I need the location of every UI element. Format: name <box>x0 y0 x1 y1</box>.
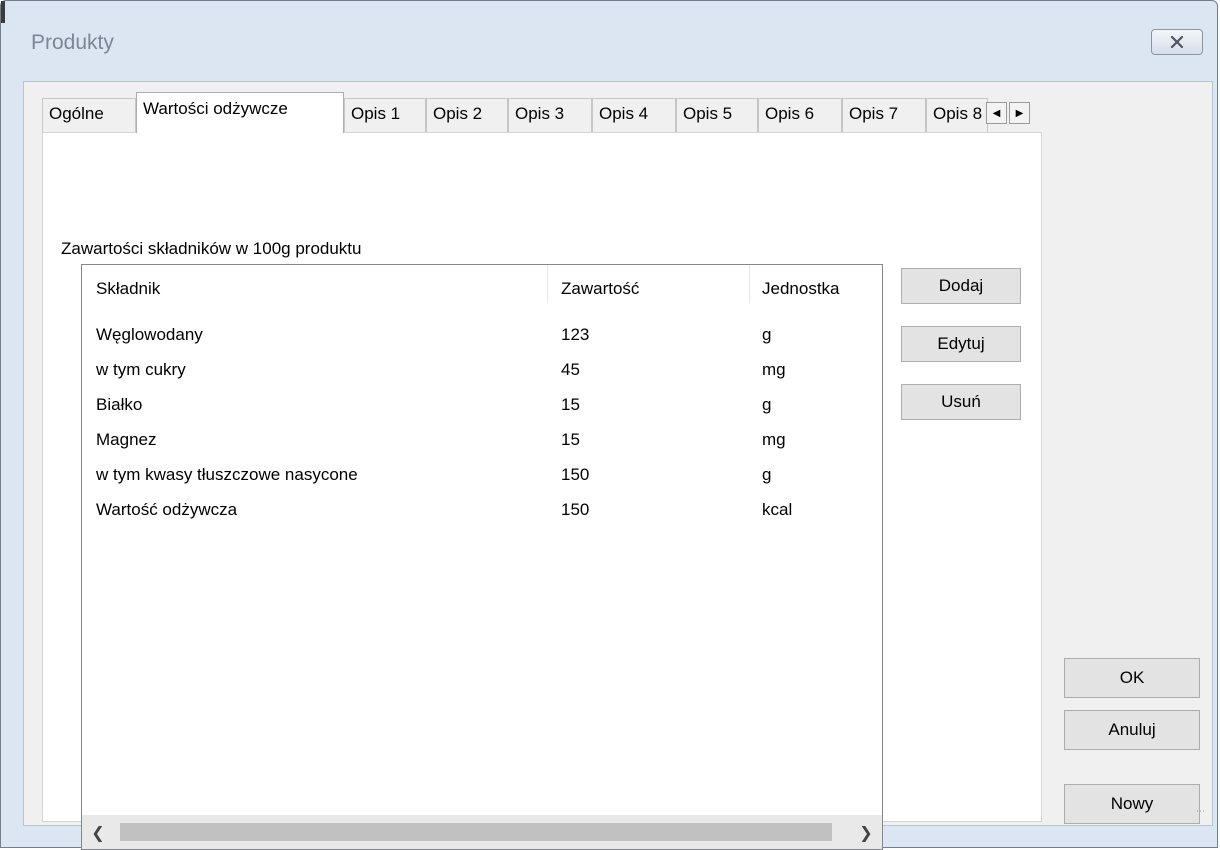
tab-page-wartosci-odzywcze: Zawartości składników w 100g produktu Sk… <box>42 132 1042 850</box>
tab-label: Wartości odżywcze <box>143 99 288 118</box>
cell-zawartosc: 45 <box>561 360 580 379</box>
tab-opis-8[interactable]: Opis 8 <box>926 98 988 132</box>
scrollbar-thumb[interactable] <box>120 823 832 841</box>
tab-opis-4[interactable]: Opis 4 <box>592 98 676 132</box>
cell-jednostka: g <box>762 395 772 414</box>
column-header-zawartosc[interactable]: Zawartość <box>561 279 639 299</box>
cell-skladnik: Magnez <box>96 430 157 449</box>
close-button[interactable] <box>1151 29 1203 55</box>
table-row[interactable]: Magnez 15 mg <box>82 430 882 454</box>
produkty-window: Produkty Ogólne Wartości odżywcze Opis 1… <box>0 0 1218 850</box>
cell-zawartosc: 15 <box>561 430 580 449</box>
tab-label: Opis 8 <box>933 104 983 123</box>
cell-zawartosc: 15 <box>561 395 580 414</box>
nutrition-listview[interactable]: Składnik Zawartość Jednostka Węglowodany… <box>81 264 883 850</box>
tab-label: Opis 4 <box>599 104 649 123</box>
tab-opis-3[interactable]: Opis 3 <box>508 98 592 132</box>
cell-skladnik: w tym cukry <box>96 360 186 379</box>
add-button[interactable]: Dodaj <box>901 268 1021 304</box>
tab-opis-5[interactable]: Opis 5 <box>676 98 758 132</box>
cell-jednostka: g <box>762 325 772 344</box>
cell-zawartosc: 150 <box>561 465 590 484</box>
window-title: Produkty <box>31 31 114 54</box>
close-icon <box>1170 36 1184 48</box>
column-header-jednostka[interactable]: Jednostka <box>762 279 840 299</box>
tab-label: Opis 7 <box>849 104 899 123</box>
tab-ogolne[interactable]: Ogólne <box>42 98 136 132</box>
cell-zawartosc: 150 <box>561 500 590 519</box>
horizontal-scrollbar[interactable]: ❮ ❯ <box>82 815 882 849</box>
cell-zawartosc: 123 <box>561 325 590 344</box>
tab-label: Opis 6 <box>765 104 815 123</box>
tab-label: Opis 3 <box>515 104 565 123</box>
table-row[interactable]: w tym cukry 45 mg <box>82 360 882 384</box>
tab-label: Opis 2 <box>433 104 483 123</box>
nutrition-group-label: Zawartości składników w 100g produktu <box>61 239 362 258</box>
tab-opis-7[interactable]: Opis 7 <box>842 98 926 132</box>
tab-label: Opis 5 <box>683 104 733 123</box>
table-row[interactable]: Białko 15 g <box>82 395 882 419</box>
new-button[interactable]: Nowy <box>1064 784 1200 824</box>
cell-skladnik: Węglowodany <box>96 325 203 344</box>
tab-opis-6[interactable]: Opis 6 <box>758 98 842 132</box>
listview-header: Składnik Zawartość Jednostka <box>82 265 882 305</box>
table-row[interactable]: w tym kwasy tłuszczowe nasycone 150 g <box>82 465 882 489</box>
dialog-client-area: Ogólne Wartości odżywcze Opis 1 Opis 2 O… <box>23 81 1213 850</box>
tab-scroll-right-icon[interactable]: ▶ <box>1009 102 1030 124</box>
tab-label: Opis 1 <box>351 104 401 123</box>
cell-jednostka: g <box>762 465 772 484</box>
scroll-right-icon[interactable]: ❯ <box>856 823 876 843</box>
cell-jednostka: mg <box>762 430 786 449</box>
window-corner <box>1 1 5 23</box>
tab-opis-1[interactable]: Opis 1 <box>344 98 426 132</box>
column-separator[interactable] <box>547 265 548 303</box>
cell-jednostka: mg <box>762 360 786 379</box>
cancel-button[interactable]: Anuluj <box>1064 710 1200 750</box>
tab-opis-2[interactable]: Opis 2 <box>426 98 508 132</box>
cell-skladnik: Wartość odżywcza <box>96 500 238 519</box>
cell-skladnik: w tym kwasy tłuszczowe nasycone <box>96 465 358 484</box>
tab-wartosci-odzywcze[interactable]: Wartości odżywcze <box>136 92 344 133</box>
cell-skladnik: Białko <box>96 395 143 414</box>
ok-button[interactable]: OK <box>1064 658 1200 698</box>
tab-scroll-buttons: ◀ ▶ <box>986 102 1032 126</box>
scroll-left-icon[interactable]: ❮ <box>88 823 108 843</box>
cell-jednostka: kcal <box>762 500 793 519</box>
resize-grip-icon[interactable]: ⋯ <box>1196 807 1208 821</box>
table-row[interactable]: Węglowodany 123 g <box>82 325 882 349</box>
column-separator[interactable] <box>749 265 750 303</box>
column-header-skladnik[interactable]: Składnik <box>96 279 160 299</box>
tab-label: Ogólne <box>49 104 104 123</box>
tab-scroll-left-icon[interactable]: ◀ <box>986 102 1007 124</box>
remove-button[interactable]: Usuń <box>901 384 1021 420</box>
table-row[interactable]: Wartość odżywcza 150 kcal <box>82 500 882 524</box>
edit-button[interactable]: Edytuj <box>901 326 1021 362</box>
